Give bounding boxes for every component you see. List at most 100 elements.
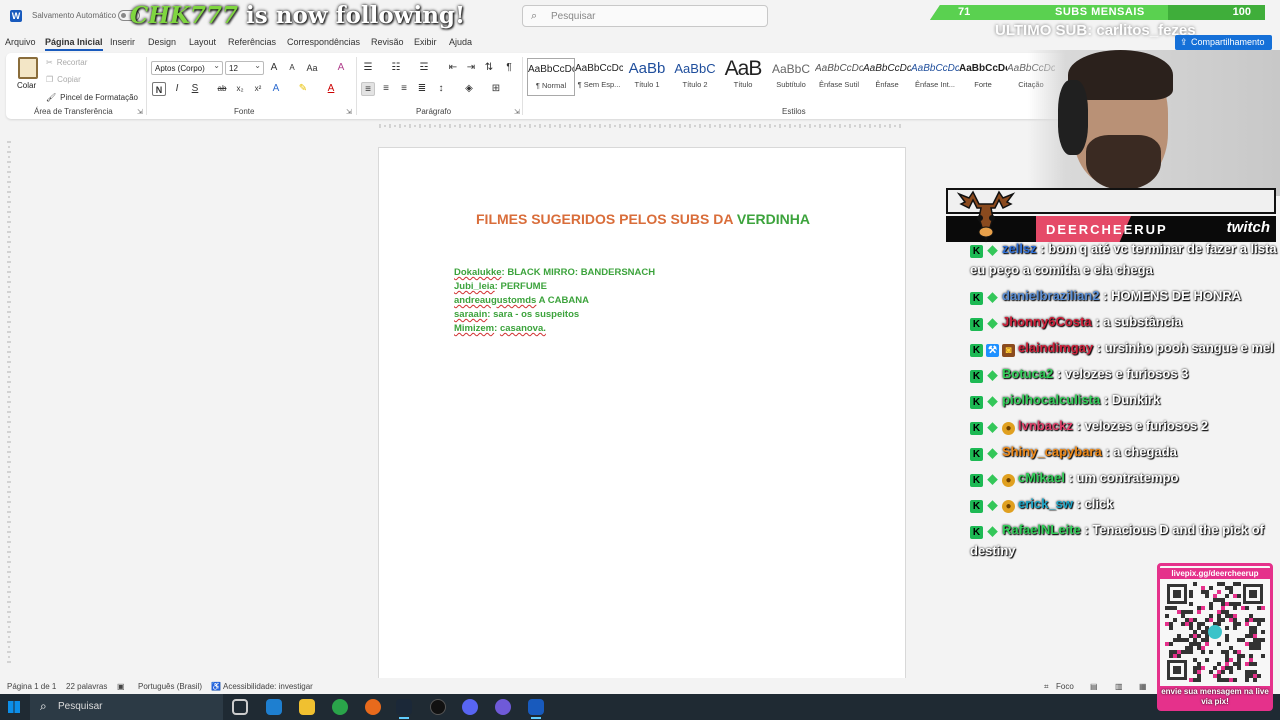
increase-indent-icon[interactable]: ⇥ [464,61,478,75]
qr-module [1225,666,1229,670]
document-title-accent: VERDINHA [736,211,810,227]
suggestion-line[interactable]: Mimizem: casanova. [454,322,655,336]
style-tile[interactable]: AaBbCcDc Ênfase [863,58,911,96]
bold-icon[interactable]: N [152,82,166,96]
read-mode-icon[interactable]: ▤ [1090,682,1098,691]
font-color-icon[interactable]: A [324,82,338,96]
font-launcher-icon[interactable]: ⇲ [346,108,352,116]
language-status[interactable]: Português (Brasil) [138,682,202,691]
align-center-icon[interactable]: ≡ [379,82,393,96]
style-tile[interactable]: AaBbCcDc Forte [959,58,1007,96]
tab-exibir[interactable]: Exibir [414,37,437,47]
paragraph-launcher-icon[interactable]: ⇲ [514,108,520,116]
streamer-app-icon[interactable] [495,699,511,715]
superscript-icon[interactable]: x² [251,82,265,96]
tab-p-gina-inicial[interactable]: Página Inicial [45,37,103,51]
borders-icon[interactable]: ⊞ [489,82,503,96]
bullets-icon[interactable]: ☰ [361,61,375,75]
style-tile[interactable]: AaBbC Subtítulo [767,58,815,96]
highlight-icon[interactable]: ✎ [296,82,310,96]
obs-icon[interactable] [430,699,446,715]
style-tile[interactable]: AaBbC Título 2 [671,58,719,96]
font-name-dropdown[interactable]: Aptos (Corpo) [151,61,223,75]
multilevel-list-icon[interactable]: ☲ [417,61,431,75]
chat-text: velozes e furiosos 3 [1064,366,1189,381]
steam-icon[interactable] [396,699,412,719]
title-search-box[interactable]: ⌕ Pesquisar [522,5,768,27]
horizontal-ruler[interactable] [378,121,906,131]
chat-username: elaindimgay [1018,340,1094,355]
qr-module [1185,650,1189,654]
paste-button[interactable]: Colar [17,81,36,90]
document-page[interactable]: FILMES SUGERIDOS PELOS SUBS DA VERDINHA … [378,147,906,687]
firefox-icon[interactable] [365,699,381,715]
style-tile[interactable]: AaB Título [719,58,767,96]
style-tile[interactable]: AaBb Título 1 [623,58,671,96]
style-tile[interactable]: AaBbCcDc ¶ Sem Esp... [575,58,623,96]
text-effects-icon[interactable]: A [269,82,283,96]
game-badge-icon: ◙ [1002,344,1015,357]
discord-icon[interactable] [462,699,478,715]
tab-design[interactable]: Design [148,37,176,47]
qr-module [1225,650,1229,654]
pilcrow-icon[interactable]: ¶ [502,61,516,75]
task-view-icon[interactable] [232,699,248,715]
line-spacing-icon[interactable]: ↕ [434,82,448,96]
file-explorer-icon[interactable] [299,699,315,715]
numbering-icon[interactable]: ☷ [389,61,403,75]
share-button[interactable]: ⇪ Compartilhamento [1175,35,1272,50]
style-tile[interactable]: AaBbCcDc Ênfase Int... [911,58,959,96]
suggestion-line[interactable]: Dokalukke: BLACK MIRRO: BANDERSNACH [454,266,655,280]
suggestion-line[interactable]: saraain: sara - os suspeitos [454,308,655,322]
search-icon: ⌕ [531,10,538,22]
suggestion-line[interactable]: Jubi_leia: PERFUME [454,280,655,294]
clear-format-icon[interactable]: A [334,61,348,75]
font-size-dropdown[interactable]: 12 [225,61,264,75]
cut-button[interactable]: ✂ Recortar [46,58,87,67]
word-count[interactable]: 22 palavras [66,682,107,691]
justify-icon[interactable]: ≣ [415,82,429,96]
shrink-font-icon[interactable]: A [285,61,299,75]
tab-layout[interactable]: Layout [189,37,216,47]
vertical-ruler[interactable] [4,140,14,670]
tab-correspond-ncias[interactable]: Correspondências [287,37,360,47]
shading-icon[interactable]: ◈ [462,82,476,96]
proofing-icon[interactable]: ▣ [117,682,125,691]
windows-start-icon[interactable] [8,701,20,713]
copy-button[interactable]: ❐ Copiar [46,75,81,84]
change-case-icon[interactable]: Aa [305,61,319,75]
strikethrough-icon[interactable]: ab [215,82,229,96]
style-tile[interactable]: AaBbCcDc ¶ Normal [527,58,575,96]
focus-button[interactable]: Foco [1056,682,1074,691]
underline-icon[interactable]: S [188,82,202,96]
taskbar-search[interactable]: ⌕ Pesquisar [30,694,223,720]
italic-icon[interactable]: I [170,82,184,96]
grow-font-icon[interactable]: A [267,61,281,75]
qr-module [1225,614,1229,618]
align-left-icon[interactable]: ≡ [361,82,375,96]
tab-inserir[interactable]: Inserir [110,37,135,47]
qr-module [1253,674,1257,678]
copilot-icon[interactable] [266,699,282,715]
paste-icon[interactable] [18,57,38,79]
accessibility-status[interactable]: Acessibilidade: investigar [223,682,313,691]
tab-arquivo[interactable]: Arquivo [5,37,36,47]
word-icon[interactable] [528,699,544,719]
align-right-icon[interactable]: ≡ [397,82,411,96]
sort-icon[interactable]: ⇅ [482,61,496,75]
style-tile[interactable]: AaBbCcDc Ênfase Sutil [815,58,863,96]
qr-module [1253,634,1257,638]
suggestion-line[interactable]: andreaugustomds A CABANA [454,294,655,308]
page-count[interactable]: Página 1 de 1 [7,682,56,691]
print-layout-icon[interactable]: ▥ [1115,682,1123,691]
subscript-icon[interactable]: x₂ [233,82,247,96]
web-layout-icon[interactable]: ▦ [1139,682,1147,691]
clipboard-launcher-icon[interactable]: ⇲ [137,108,143,116]
decrease-indent-icon[interactable]: ⇤ [446,61,460,75]
tab-refer-ncias[interactable]: Referências [228,37,276,47]
tab-revis-o[interactable]: Revisão [371,37,404,47]
format-painter-button[interactable]: 🖌 Pincel de Formatação [46,93,138,102]
style-preview: AaBbC [771,62,811,76]
chrome-icon[interactable] [332,699,348,715]
tab-ajuda[interactable]: Ajuda [449,37,472,47]
